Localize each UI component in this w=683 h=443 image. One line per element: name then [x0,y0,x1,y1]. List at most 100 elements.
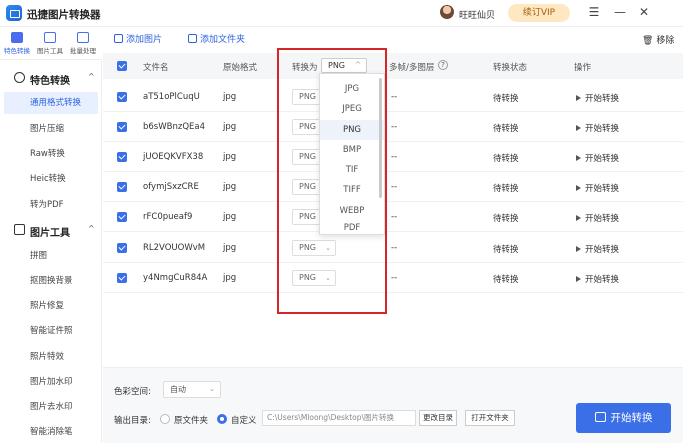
sidebar-item-effects[interactable]: 照片特效 [4,346,98,368]
add-image-label: 添加图片 [126,35,163,45]
add-folder-button[interactable]: 添加文件夹 [188,32,245,45]
group-label: 特色转换 [30,76,70,87]
sidebar-item-eraser[interactable]: 智能消除笔 [4,421,98,443]
table-row[interactable]: aT51oPlCuqU jpg PNG⌄ -- 待转换 开始转换 [103,82,683,112]
title-bar: 迅捷图片转换器 旺旺仙贝 续订VIP ☰ — ✕ [0,0,683,27]
color-space-value: 自动 [170,385,186,394]
table-row[interactable]: b6sWBnzQEa4 jpg PNG⌄ -- 待转换 开始转换 [103,112,683,142]
user-avatar[interactable] [440,5,454,19]
col-filename: 文件名 [143,63,169,73]
start-convert-button[interactable]: 开始转换 [576,403,671,433]
menu-icon[interactable]: ☰ [586,4,602,20]
tab-image-tools[interactable]: 图片工具 [35,32,65,55]
sidebar-item-add-watermark[interactable]: 图片加水印 [4,371,98,393]
row-checkbox[interactable] [117,92,127,102]
tab-label: 图片工具 [37,47,63,55]
row-start-button[interactable]: 开始转换 [576,92,619,104]
table-header: 文件名 原始格式 转换为 多帧/多图层 ? 转换状态 操作 [103,53,683,79]
add-image-button[interactable]: 添加图片 [114,32,162,45]
tab-feature-convert[interactable]: 特色转换 [2,32,32,55]
username[interactable]: 旺旺仙贝 [459,8,495,21]
row-checkbox[interactable] [117,122,127,132]
table-row[interactable]: y4NmgCuR84A jpg PNG ⌄ -- 待转换 开始转换 [103,263,683,293]
side-tabs: 特色转换 图片工具 批量处理 [0,28,102,60]
output-dir-label: 输出目录: [114,416,151,426]
remove-label: 移除 [656,36,675,46]
footer-panel: 色彩空间: 自动 ⌄ 输出目录: 原文件夹 自定义 C:\Users\Mloon… [103,367,683,443]
convert-icon [594,412,606,422]
row-filename: rFC0pueaf9 [143,212,193,222]
sidebar-item-cutout[interactable]: 抠图换背景 [4,270,98,292]
group-label: 图片工具 [30,228,70,239]
row-status: 待转换 [493,154,519,164]
row-frames: -- [391,92,398,102]
row-action-label: 开始转换 [585,214,620,224]
radio-custom[interactable] [217,414,227,424]
minimize-icon[interactable]: — [612,4,628,20]
row-status: 待转换 [493,184,519,194]
row-frames: -- [391,273,398,283]
select-all-checkbox[interactable] [117,61,127,71]
batch-icon [77,32,89,43]
chevron-up-icon: ^ [88,72,95,81]
renew-vip-button[interactable]: 续订VIP [508,4,570,22]
sidebar-item-pdf[interactable]: 转为PDF [4,194,98,216]
row-checkbox[interactable] [117,212,127,222]
row-action-label: 开始转换 [585,275,620,285]
close-icon[interactable]: ✕ [636,4,652,20]
chevron-up-icon: ^ [88,224,95,233]
convert-label: 开始转换 [610,412,653,424]
custom-label: 自定义 [231,416,257,426]
sidebar-item-compress[interactable]: 图片压缩 [4,118,98,140]
col-status: 转换状态 [493,63,528,73]
table-row[interactable]: jUOEQKVFX38 jpg PNG⌄ -- 待转换 开始转换 [103,142,683,172]
change-dir-button[interactable]: 更改目录 [419,410,457,426]
row-format: jpg [223,212,237,222]
table-row[interactable]: RL2VOUOWvM jpg PNG ⌄ -- 待转换 开始转换 [103,233,683,263]
row-checkbox[interactable] [117,182,127,192]
row-filename: y4NmgCuR84A [143,273,208,283]
col-action: 操作 [574,63,592,73]
row-start-button[interactable]: 开始转换 [576,122,619,134]
row-action-label: 开始转换 [585,245,620,255]
sidebar-item-heic[interactable]: Heic转换 [4,168,98,190]
convert-icon [11,32,23,43]
row-status: 待转换 [493,275,519,285]
col-orig-format: 原始格式 [223,63,258,73]
sidebar-item-repair[interactable]: 照片修复 [4,295,98,317]
output-path-input[interactable]: C:\Users\Mloong\Desktop\图片转换 [262,410,416,426]
sidebar-group-tools[interactable]: 图片工具 ^ [0,219,102,241]
row-frames: -- [391,182,398,192]
sidebar-group-feature[interactable]: 特色转换 ^ [0,67,102,89]
play-icon [576,185,581,191]
radio-source-folder[interactable] [160,414,170,424]
tab-label: 批量处理 [70,47,96,55]
add-folder-label: 添加文件夹 [200,35,246,45]
sidebar-item-id-photo[interactable]: 智能证件照 [4,320,98,342]
table-row[interactable]: rFC0pueaf9 jpg PNG⌄ -- 待转换 开始转换 [103,202,683,232]
row-start-button[interactable]: 开始转换 [576,152,619,164]
sidebar-item-remove-watermark[interactable]: 图片去水印 [4,396,98,418]
highlight-box [277,48,387,314]
row-checkbox[interactable] [117,273,127,283]
row-filename: ofymjSxzCRE [143,182,199,192]
play-icon [576,95,581,101]
row-start-button[interactable]: 开始转换 [576,243,619,255]
col-multi-frame: 多帧/多图层 [389,63,435,73]
tools-icon [44,32,56,43]
sidebar-item-raw[interactable]: Raw转换 [4,143,98,165]
color-space-select[interactable]: 自动 ⌄ [163,381,221,398]
tab-batch[interactable]: 批量处理 [68,32,98,55]
sidebar-item-collage[interactable]: 拼图 [4,245,98,267]
row-checkbox[interactable] [117,243,127,253]
open-folder-button[interactable]: 打开文件夹 [465,410,515,426]
row-start-button[interactable]: 开始转换 [576,212,619,224]
row-start-button[interactable]: 开始转换 [576,273,619,285]
sidebar-item-general-convert[interactable]: 通用格式转换 [4,92,98,114]
row-checkbox[interactable] [117,152,127,162]
image-tools-icon [14,224,25,235]
help-icon[interactable]: ? [438,60,448,70]
table-row[interactable]: ofymjSxzCRE jpg PNG⌄ -- 待转换 开始转换 [103,172,683,202]
remove-button[interactable]: 🗑 移除 [642,33,674,46]
row-start-button[interactable]: 开始转换 [576,182,619,194]
